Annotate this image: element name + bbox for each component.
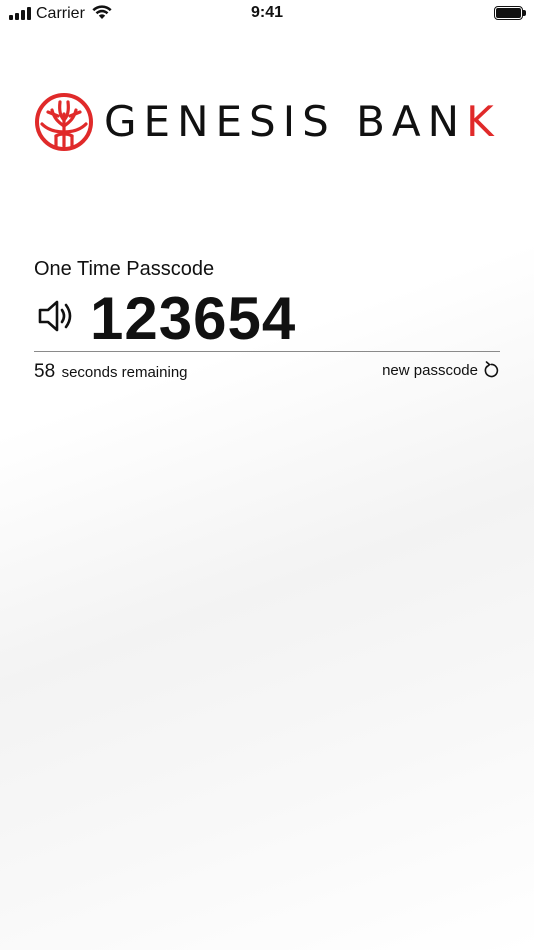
tree-logo-icon: [35, 93, 93, 151]
battery-icon: [494, 6, 526, 20]
new-passcode-button[interactable]: new passcode: [382, 361, 500, 379]
countdown-seconds: 58: [34, 361, 56, 382]
countdown-label: seconds remaining: [61, 364, 188, 381]
speaker-icon[interactable]: [36, 296, 76, 336]
brand-logo: GENESIS BANK: [34, 92, 504, 152]
brand-name-accent: K: [466, 97, 501, 146]
countdown: 58 seconds remaining: [34, 361, 188, 383]
new-passcode-label: new passcode: [382, 361, 478, 379]
divider: [34, 351, 500, 352]
otp-code: 123654: [90, 285, 297, 352]
brand-name-main: GENESIS BAN: [104, 97, 467, 146]
clock: 9:41: [250, 4, 284, 21]
refresh-icon: [484, 361, 499, 378]
status-bar: Carrier 9:41: [0, 0, 534, 28]
brand-name: GENESIS BANK: [104, 97, 501, 146]
otp-label: One Time Passcode: [34, 258, 215, 280]
